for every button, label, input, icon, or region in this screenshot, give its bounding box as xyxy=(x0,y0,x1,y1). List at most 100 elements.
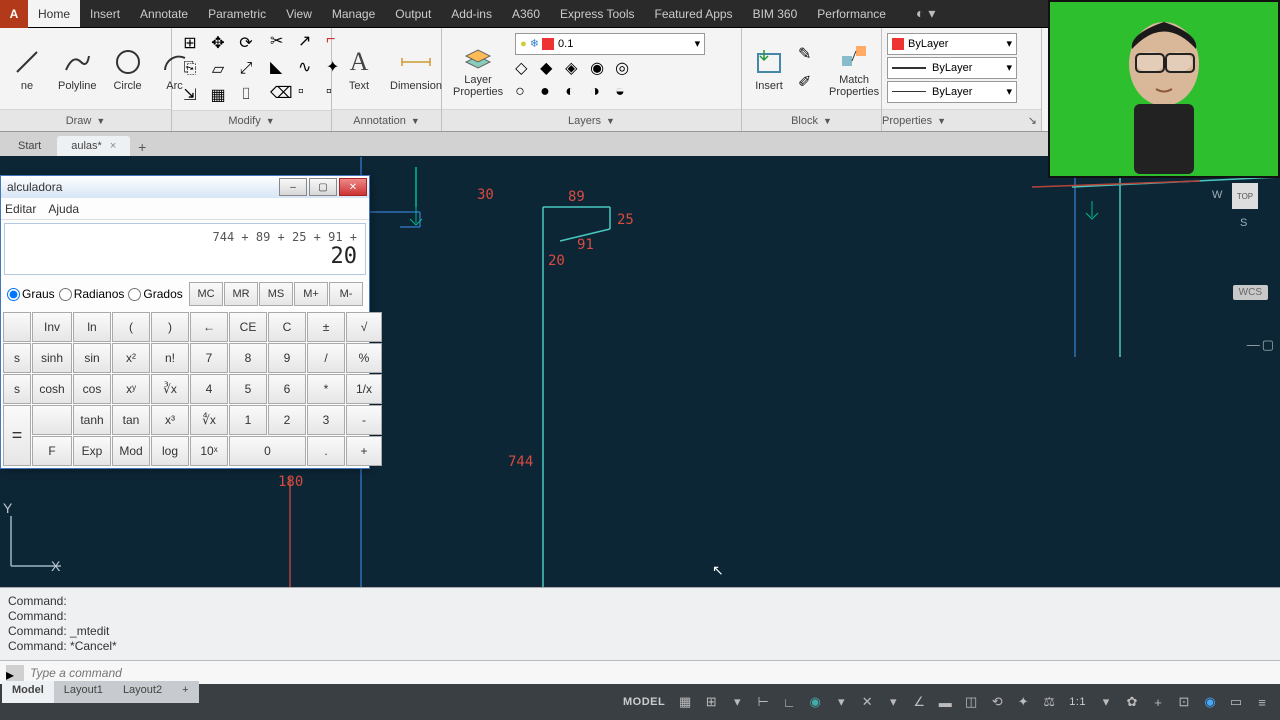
grid-icon[interactable]: ⊞ xyxy=(177,31,203,55)
annotation-panel-title[interactable]: Annotation▼ xyxy=(332,109,441,131)
layer-tool2[interactable]: ◆ xyxy=(540,58,562,80)
calc-key-1-4[interactable]: n! xyxy=(151,343,189,373)
snap-menu[interactable]: ▾ xyxy=(725,690,749,714)
calc-key-4-4[interactable]: 10ˣ xyxy=(190,436,228,466)
offset-icon[interactable]: ⌷ xyxy=(233,83,259,107)
mr-button[interactable]: MR xyxy=(224,282,258,306)
model-space-label[interactable]: MODEL xyxy=(617,696,671,708)
color-dropdown[interactable]: ByLayer▾ xyxy=(887,33,1017,55)
scale-menu[interactable]: ▾ xyxy=(1094,690,1118,714)
calc-close-button[interactable]: ✕ xyxy=(339,178,367,196)
extend-icon[interactable]: ↗ xyxy=(298,31,324,55)
blend-icon[interactable]: ∿ xyxy=(298,57,324,81)
calc-key-3-6[interactable]: 2 xyxy=(268,405,306,435)
calc-key-1-5[interactable]: 7 xyxy=(190,343,228,373)
array-icon[interactable]: ▦ xyxy=(205,83,231,107)
calc-key-1-8[interactable]: / xyxy=(307,343,345,373)
menu-tab-output[interactable]: Output xyxy=(385,0,441,27)
layer-tool4[interactable]: ◉ xyxy=(590,58,612,80)
snap-toggle[interactable]: ⊞ xyxy=(699,690,723,714)
calc-key-2-6[interactable]: 5 xyxy=(229,374,267,404)
menu-tab-featured[interactable]: Featured Apps xyxy=(645,0,743,27)
customize-icon[interactable]: ≡ xyxy=(1250,690,1274,714)
ms-button[interactable]: MS xyxy=(259,282,293,306)
calc-key-0-6[interactable]: CE xyxy=(229,312,267,342)
scale-label[interactable]: 1:1 xyxy=(1063,696,1092,708)
calc-key-0-8[interactable]: ± xyxy=(307,312,345,342)
lineweight-dropdown[interactable]: ByLayer▾ xyxy=(887,57,1017,79)
calc-key-3-4[interactable]: ∜x xyxy=(190,405,228,435)
menu-tab-express[interactable]: Express Tools xyxy=(550,0,644,27)
modify-panel-title[interactable]: Modify▼ xyxy=(172,110,331,131)
create-block-icon[interactable]: ✎ xyxy=(798,44,820,66)
polar-toggle[interactable]: ∟ xyxy=(777,690,801,714)
canvas-min-icon[interactable]: — xyxy=(1247,337,1260,353)
close-file-icon[interactable]: × xyxy=(110,140,116,152)
calc-key-4-1[interactable]: Exp xyxy=(73,436,111,466)
calc-key-0-7[interactable]: C xyxy=(268,312,306,342)
move-icon[interactable]: ✥ xyxy=(205,31,231,55)
file-tab[interactable]: aulas*× xyxy=(57,136,130,156)
calc-key-2-0[interactable]: s xyxy=(3,374,31,404)
linetype-dropdown[interactable]: ByLayer▾ xyxy=(887,81,1017,103)
menu-tab-insert[interactable]: Insert xyxy=(80,0,130,27)
canvas-max-icon[interactable]: ▢ xyxy=(1262,337,1274,353)
mminus-button[interactable]: M- xyxy=(329,282,363,306)
grid-toggle[interactable]: ▦ xyxy=(673,690,697,714)
menu-tab-bim360[interactable]: BIM 360 xyxy=(743,0,808,27)
calc-edit-menu[interactable]: Editar xyxy=(5,202,36,216)
menu-tab-addins[interactable]: Add-ins xyxy=(441,0,502,27)
layout1-tab[interactable]: Layout1 xyxy=(54,681,113,703)
start-tab[interactable]: Start xyxy=(4,136,55,156)
menu-tab-view[interactable]: View xyxy=(276,0,322,27)
layer-props-button[interactable]: Layer Properties xyxy=(447,37,509,101)
bullet-icon[interactable]: ◐ ▾ xyxy=(916,5,935,22)
calc-key-3-1[interactable]: tanh xyxy=(73,405,111,435)
stretch-icon[interactable]: ⇲ xyxy=(177,83,203,107)
match-props-button[interactable]: Match Properties xyxy=(823,37,885,101)
mc-button[interactable]: MC xyxy=(189,282,223,306)
layer-tool6[interactable]: ○ xyxy=(515,83,537,105)
trim-icon[interactable]: ✂ xyxy=(270,31,296,55)
polyline-button[interactable]: Polyline xyxy=(52,43,103,95)
calc-key-1-0[interactable]: s xyxy=(3,343,31,373)
gradians-radio[interactable]: Grados xyxy=(128,287,182,301)
layer-tool3[interactable]: ◈ xyxy=(565,58,587,80)
calc-key-0-9[interactable]: √ xyxy=(346,312,382,342)
osnap-menu[interactable]: ▾ xyxy=(881,690,905,714)
otrack-toggle[interactable]: ∠ xyxy=(907,690,931,714)
calc-key-3-5[interactable]: 1 xyxy=(229,405,267,435)
cycling-toggle[interactable]: ⟲ xyxy=(985,690,1009,714)
menu-tab-performance[interactable]: Performance xyxy=(807,0,896,27)
layer-dropdown[interactable]: ● ❄ 0.1▾ xyxy=(515,33,705,55)
calc-key-1-6[interactable]: 8 xyxy=(229,343,267,373)
dimension-button[interactable]: Dimension xyxy=(384,43,448,95)
plus-icon[interactable]: + xyxy=(1146,690,1170,714)
calc-key-4-7[interactable]: . xyxy=(307,436,345,466)
calc-key-2-9[interactable]: 1/x xyxy=(346,374,382,404)
chamfer-icon[interactable]: ◣ xyxy=(270,57,296,81)
calc-key-3-7[interactable]: 3 xyxy=(307,405,345,435)
lweight-toggle[interactable]: ▬ xyxy=(933,690,957,714)
calc-minimize-button[interactable]: – xyxy=(279,178,307,196)
calc-key-2-8[interactable]: * xyxy=(307,374,345,404)
scale-icon[interactable]: ⤢ xyxy=(233,57,259,81)
calc-key-3-3[interactable]: x³ xyxy=(151,405,189,435)
calc-key-0-1[interactable]: Inv xyxy=(32,312,72,342)
iso-toggle[interactable]: ◉ xyxy=(803,690,827,714)
layout2-tab[interactable]: Layout2 xyxy=(113,681,172,703)
viewcube-top[interactable]: TOP xyxy=(1232,183,1258,209)
calc-help-menu[interactable]: Ajuda xyxy=(48,202,79,216)
calc-key-2-5[interactable]: 4 xyxy=(190,374,228,404)
menu-tab-manage[interactable]: Manage xyxy=(322,0,385,27)
calculator-titlebar[interactable]: alculadora – ▢ ✕ xyxy=(1,176,369,198)
circle-button[interactable]: Circle xyxy=(106,43,150,95)
calc-key-0-0[interactable] xyxy=(3,312,31,342)
menu-tab-home[interactable]: Home xyxy=(28,0,80,27)
command-icon[interactable]: ▸ xyxy=(6,665,24,681)
layer-tool5[interactable]: ◎ xyxy=(615,58,637,80)
clean-screen-icon[interactable]: ▭ xyxy=(1224,690,1248,714)
calc-key-0-2[interactable]: ln xyxy=(73,312,111,342)
rotate-icon[interactable]: ⟳ xyxy=(233,31,259,55)
calc-key-3-2[interactable]: tan xyxy=(112,405,150,435)
